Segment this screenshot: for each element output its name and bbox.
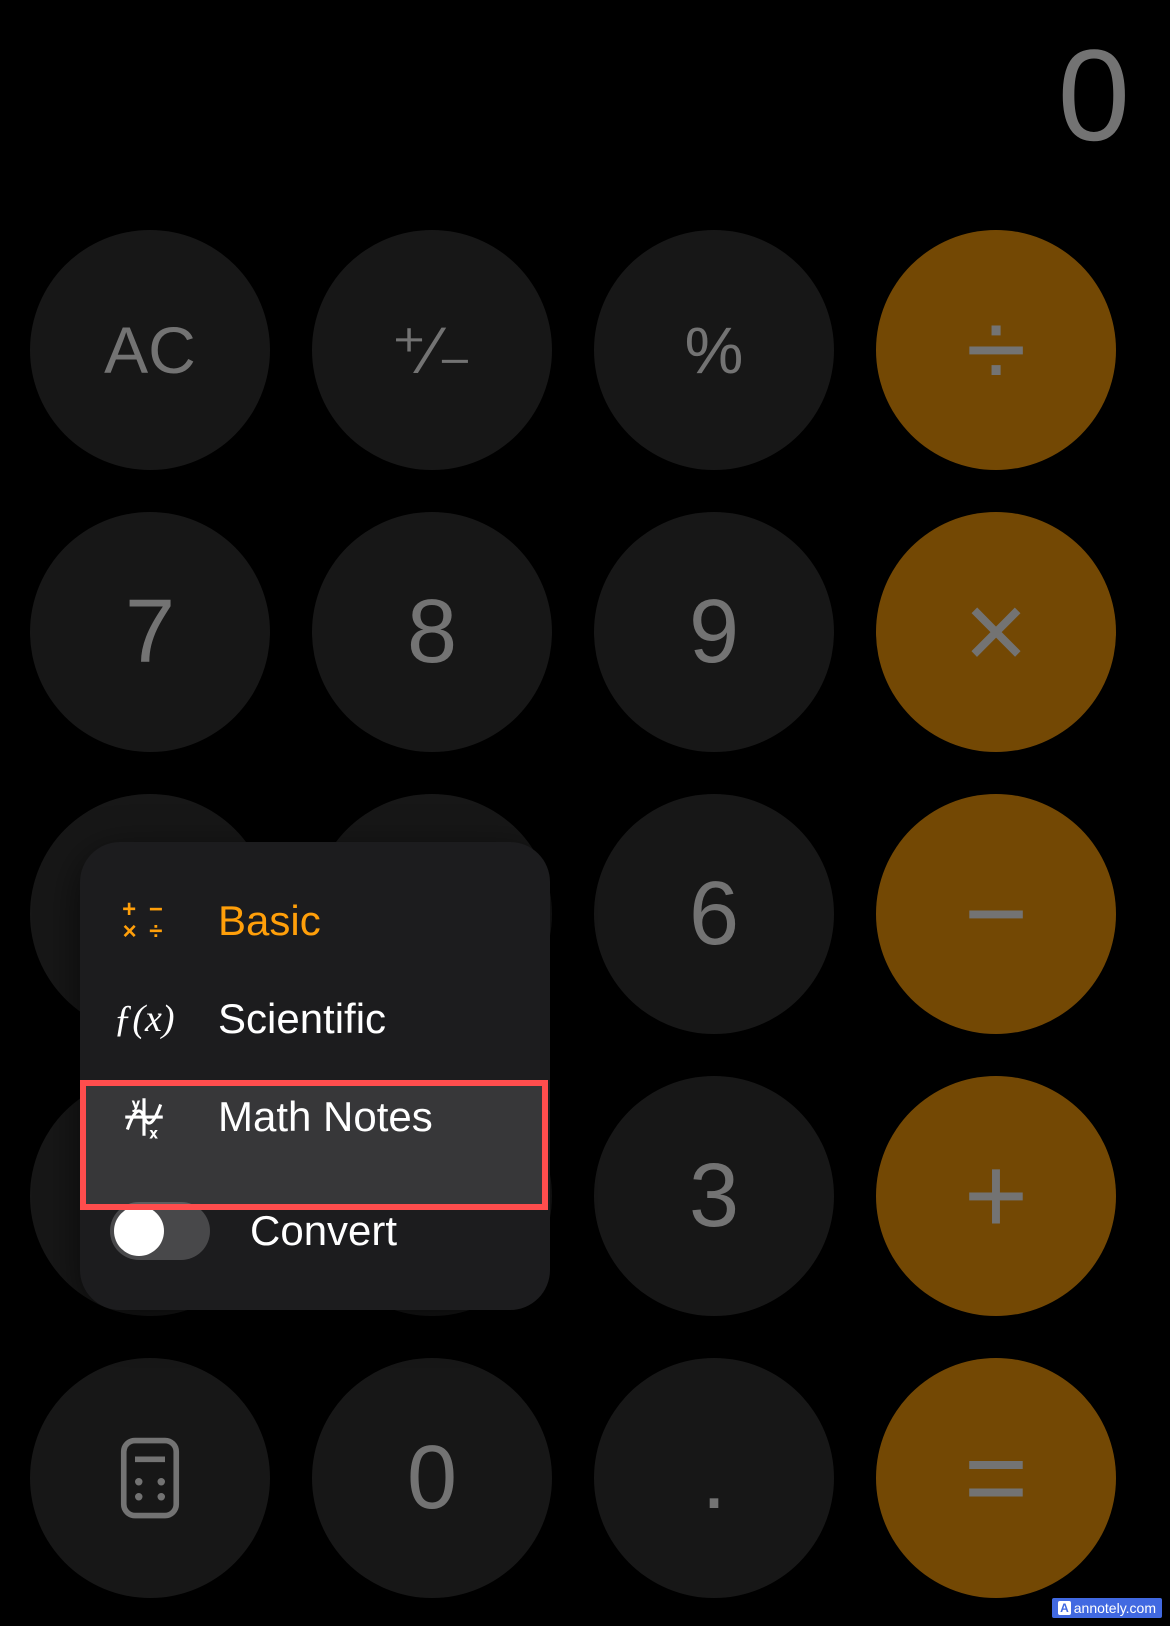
mode-scientific-label: Scientific xyxy=(218,995,386,1043)
mode-popup: + −× ÷ Basic ƒ(x) Scientific y x Math No… xyxy=(80,842,550,1310)
convert-label: Convert xyxy=(250,1207,397,1255)
watermark: annotely.com xyxy=(1052,1598,1162,1618)
scientific-mode-icon: ƒ(x) xyxy=(110,994,178,1044)
mode-basic-label: Basic xyxy=(218,897,321,945)
toggle-knob xyxy=(114,1206,164,1256)
convert-toggle[interactable] xyxy=(110,1202,210,1260)
convert-toggle-item[interactable]: Convert xyxy=(80,1182,550,1280)
mode-mathnotes-label: Math Notes xyxy=(218,1093,433,1141)
basic-mode-icon: + −× ÷ xyxy=(110,896,178,946)
mathnotes-mode-icon: y x xyxy=(110,1092,178,1142)
dimmer-overlay[interactable] xyxy=(0,0,1170,1626)
mode-mathnotes-item[interactable]: y x Math Notes xyxy=(80,1068,550,1166)
mode-basic-item[interactable]: + −× ÷ Basic xyxy=(80,872,550,970)
svg-text:x: x xyxy=(150,1126,157,1141)
mode-scientific-item[interactable]: ƒ(x) Scientific xyxy=(80,970,550,1068)
